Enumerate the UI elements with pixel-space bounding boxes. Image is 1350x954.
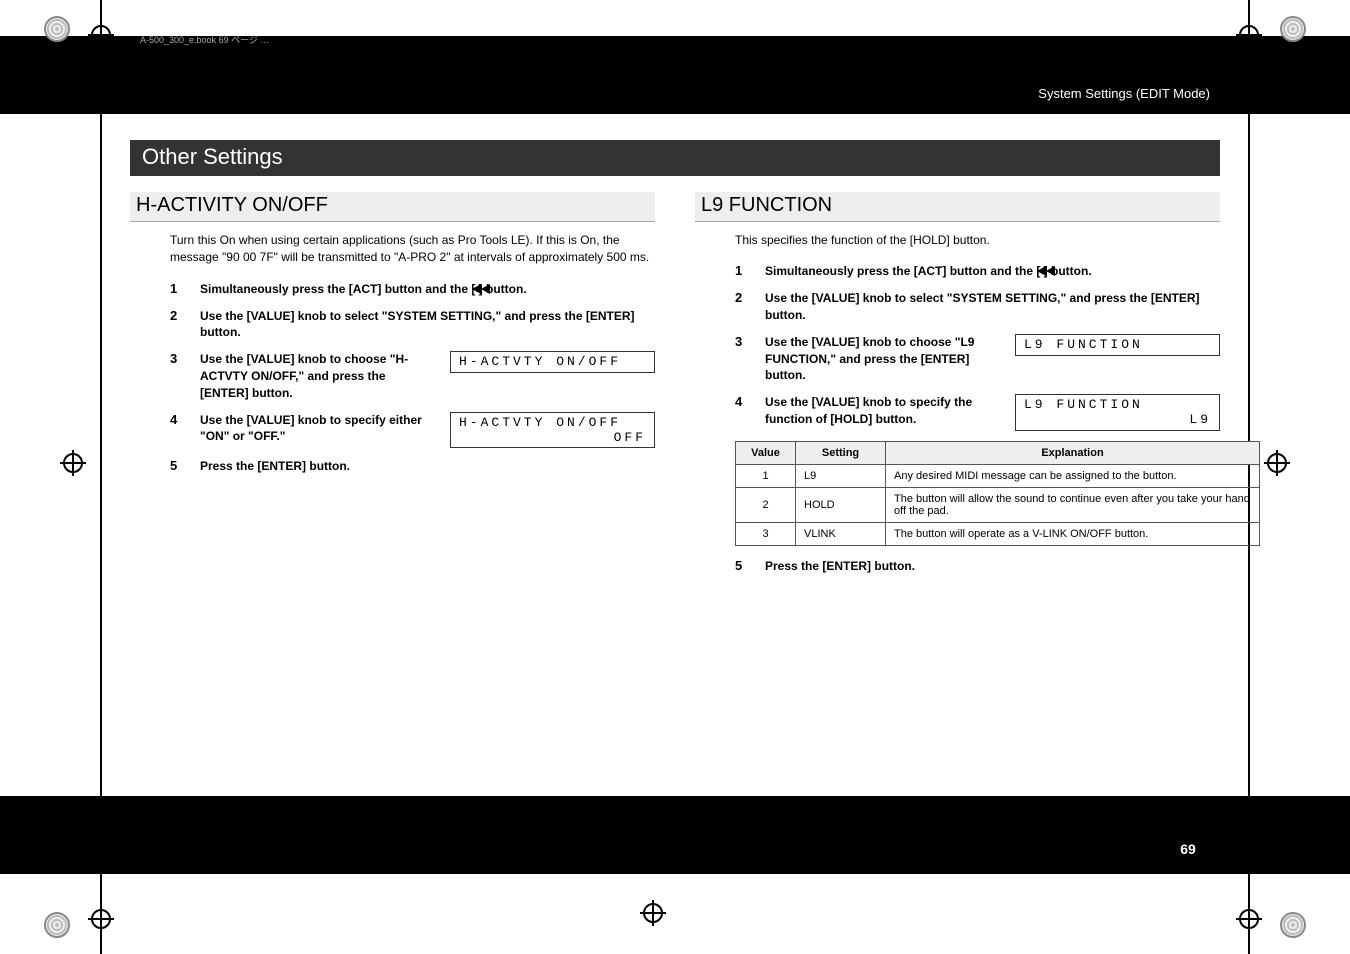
step-text: Use the [VALUE] knob to select "SYSTEM S… bbox=[200, 308, 655, 342]
left-step-2: 2 Use the [VALUE] knob to select "SYSTEM… bbox=[170, 308, 655, 342]
rewind-icon bbox=[1037, 266, 1055, 276]
page-number: 69 bbox=[1166, 836, 1210, 862]
corner-ornament-icon bbox=[44, 16, 70, 42]
table-row: 3 VLINK The button will operate as a V-L… bbox=[736, 523, 1260, 546]
right-step-1: 1 Simultaneously press the [ACT] button … bbox=[735, 263, 1220, 280]
subheading-bar: H-ACTIVITY ON/OFF bbox=[130, 192, 655, 222]
step-number: 4 bbox=[735, 394, 742, 409]
registration-mark-icon bbox=[60, 450, 86, 476]
lcd-display: H-ACTVTY ON/OFF bbox=[450, 351, 655, 373]
lcd-display: L9 FUNCTIONL9 bbox=[1015, 394, 1220, 431]
registration-mark-icon bbox=[1264, 450, 1290, 476]
step-text: Use the [VALUE] knob to select "SYSTEM S… bbox=[765, 290, 1220, 324]
left-column: H-ACTIVITY ON/OFF Turn this On when usin… bbox=[130, 192, 655, 585]
step-number: 4 bbox=[170, 412, 177, 427]
black-bar-top bbox=[0, 36, 1350, 114]
step-number: 1 bbox=[170, 281, 177, 296]
step-text: Use the [VALUE] knob to choose "H-ACTVTY… bbox=[200, 351, 432, 401]
left-step-4: 4 Use the [VALUE] knob to specify either… bbox=[170, 412, 655, 449]
crop-line-left bbox=[100, 0, 102, 954]
step-number: 3 bbox=[170, 351, 177, 366]
right-step-4: 4 Use the [VALUE] knob to specify the fu… bbox=[735, 394, 1220, 431]
step-number: 5 bbox=[170, 458, 177, 473]
step-number: 3 bbox=[735, 334, 742, 349]
step-number: 2 bbox=[170, 308, 177, 323]
table-row: 1 L9 Any desired MIDI message can be ass… bbox=[736, 465, 1260, 488]
step-number: 5 bbox=[735, 558, 742, 573]
left-intro: Turn this On when using certain applicat… bbox=[170, 232, 655, 267]
registration-mark-icon bbox=[88, 906, 114, 932]
left-step-5: 5 Press the [ENTER] button. bbox=[170, 458, 655, 475]
table-header-setting: Setting bbox=[796, 442, 886, 465]
breadcrumb: System Settings (EDIT Mode) bbox=[1038, 86, 1210, 101]
registration-mark-icon bbox=[1236, 906, 1262, 932]
corner-ornament-icon bbox=[1280, 16, 1306, 42]
right-step-5: 5 Press the [ENTER] button. bbox=[735, 558, 1220, 575]
right-column: L9 FUNCTION This specifies the function … bbox=[695, 192, 1220, 585]
subheading-bar: L9 FUNCTION bbox=[695, 192, 1220, 222]
left-step-3: 3 Use the [VALUE] knob to choose "H-ACTV… bbox=[170, 351, 655, 401]
corner-ornament-icon bbox=[44, 912, 70, 938]
rewind-icon bbox=[472, 284, 490, 294]
black-bar-bottom bbox=[0, 796, 1350, 874]
step-text: Simultaneously press the [ACT] button an… bbox=[200, 281, 655, 298]
step-text: Use the [VALUE] knob to specify either "… bbox=[200, 412, 432, 446]
step-number: 1 bbox=[735, 263, 742, 278]
table-header-value: Value bbox=[736, 442, 796, 465]
left-heading: H-ACTIVITY ON/OFF bbox=[136, 194, 649, 217]
step-text: Simultaneously press the [ACT] button an… bbox=[765, 263, 1220, 280]
step-text: Press the [ENTER] button. bbox=[765, 558, 1220, 575]
step-text: Use the [VALUE] knob to specify the func… bbox=[765, 394, 997, 428]
step-number: 2 bbox=[735, 290, 742, 305]
corner-ornament-icon bbox=[1280, 912, 1306, 938]
lcd-display: H-ACTVTY ON/OFFOFF bbox=[450, 412, 655, 449]
section-title: Other Settings bbox=[130, 140, 1220, 176]
registration-mark-icon bbox=[1236, 22, 1262, 48]
registration-mark-icon bbox=[88, 22, 114, 48]
l9-function-table: Value Setting Explanation 1 L9 Any desir… bbox=[735, 441, 1260, 546]
registration-mark-icon bbox=[640, 900, 666, 926]
table-header-explanation: Explanation bbox=[886, 442, 1260, 465]
step-text: Use the [VALUE] knob to choose "L9 FUNCT… bbox=[765, 334, 997, 384]
print-slug: A-500_300_e.book 69 ページ … bbox=[140, 33, 269, 46]
right-heading: L9 FUNCTION bbox=[701, 194, 1214, 217]
right-step-2: 2 Use the [VALUE] knob to select "SYSTEM… bbox=[735, 290, 1220, 324]
table-row: 2 HOLD The button will allow the sound t… bbox=[736, 488, 1260, 523]
left-step-1: 1 Simultaneously press the [ACT] button … bbox=[170, 281, 655, 298]
right-intro: This specifies the function of the [HOLD… bbox=[735, 232, 1220, 249]
lcd-display: L9 FUNCTION bbox=[1015, 334, 1220, 356]
step-text: Press the [ENTER] button. bbox=[200, 458, 655, 475]
right-step-3: 3 Use the [VALUE] knob to choose "L9 FUN… bbox=[735, 334, 1220, 384]
